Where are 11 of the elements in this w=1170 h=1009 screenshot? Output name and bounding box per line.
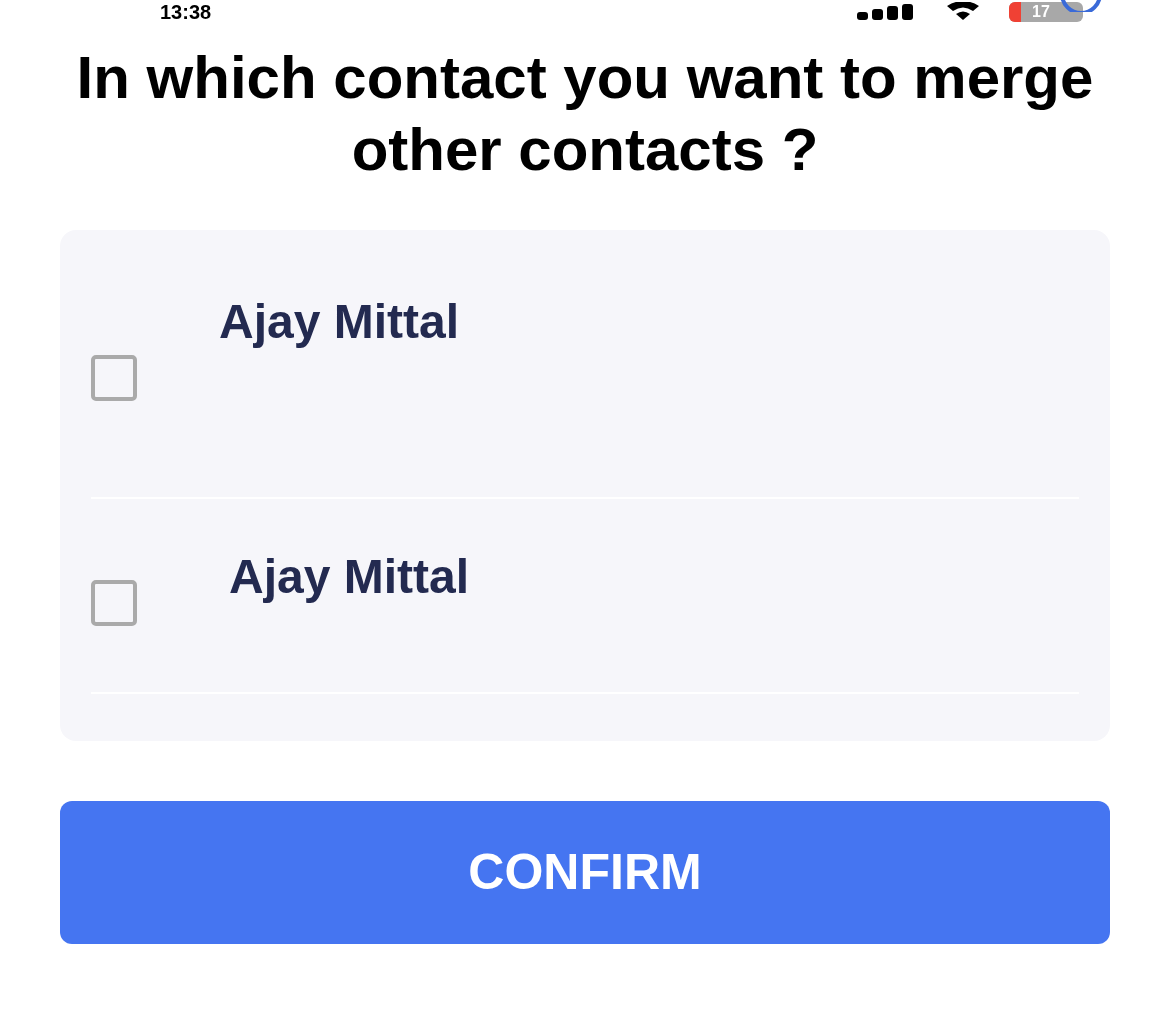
contact-name: Ajay Mittal [219,296,460,348]
checkbox[interactable] [91,580,137,626]
battery-level-text: 17 [1032,2,1050,22]
status-time: 13:38 [160,0,212,24]
page-title: In which contact you want to merge other contacts ? [75,43,1095,185]
battery-icon [1009,2,1083,22]
confirm-button[interactable]: CONFIRM [60,801,1110,944]
wifi-icon [945,2,981,20]
signal-icon [857,4,913,20]
checkbox[interactable] [91,355,137,401]
contact-name: Ajay Mittal [229,551,470,603]
